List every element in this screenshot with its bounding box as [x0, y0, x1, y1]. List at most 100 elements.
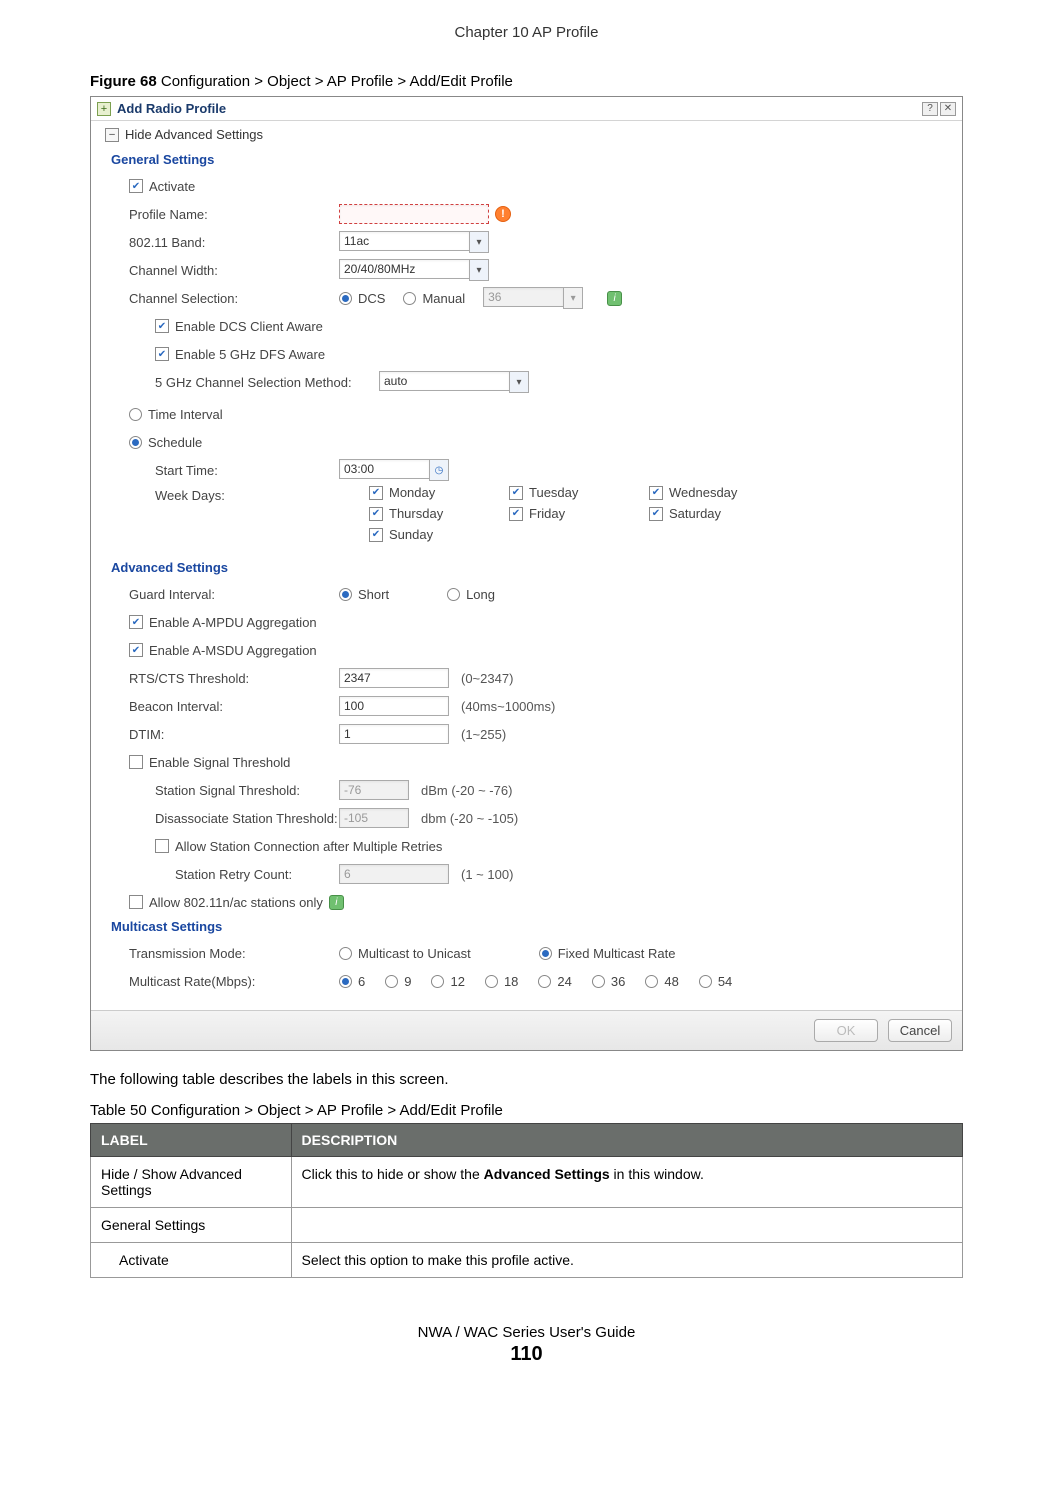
info-icon[interactable]: i [329, 895, 344, 910]
day-saturday-label: Saturday [669, 506, 721, 521]
chevron-down-icon: ▾ [509, 371, 529, 393]
dtim-input[interactable]: 1 [339, 724, 449, 744]
manual-radio-label: Manual [422, 291, 465, 306]
manual-radio[interactable] [403, 292, 416, 305]
fixed-multicast-rate-radio[interactable] [539, 947, 552, 960]
schedule-radio[interactable] [129, 436, 142, 449]
table-cell-desc [291, 1208, 962, 1243]
help-icon[interactable]: ? [922, 102, 938, 116]
table-row: General Settings [91, 1208, 963, 1243]
dcs-radio-label: DCS [358, 291, 385, 306]
manual-channel-value: 36 [483, 287, 563, 307]
channel-selection-label: Channel Selection: [129, 291, 339, 306]
page-footer: NWA / WAC Series User's Guide 110 [90, 1324, 963, 1366]
start-time-value: 03:00 [339, 459, 429, 479]
activate-checkbox[interactable] [129, 179, 143, 193]
channel-width-value: 20/40/80MHz [339, 259, 469, 279]
rate-12-label: 12 [450, 974, 464, 989]
table-caption: Table 50 Configuration > Object > AP Pro… [90, 1102, 963, 1119]
disassociate-threshold-label: Disassociate Station Threshold: [129, 811, 339, 826]
day-monday-checkbox[interactable] [369, 486, 383, 500]
footer-guide-title: NWA / WAC Series User's Guide [90, 1324, 963, 1341]
transmission-mode-label: Transmission Mode: [129, 946, 339, 961]
guard-long-radio[interactable] [447, 588, 460, 601]
table-cell-desc: Select this option to make this profile … [291, 1243, 962, 1278]
chevron-down-icon: ▾ [469, 259, 489, 281]
day-friday-checkbox[interactable] [509, 507, 523, 521]
rate-36-radio[interactable] [592, 975, 605, 988]
rate-54-radio[interactable] [699, 975, 712, 988]
rate-12-radio[interactable] [431, 975, 444, 988]
start-time-input[interactable]: 03:00 ◷ [339, 459, 449, 481]
band-label: 802.11 Band: [129, 235, 339, 250]
rate-9-radio[interactable] [385, 975, 398, 988]
dfs-aware-label: Enable 5 GHz DFS Aware [175, 347, 325, 362]
five-ghz-method-select[interactable]: auto ▾ [379, 371, 529, 393]
retry-count-hint: (1 ~ 100) [461, 867, 513, 882]
band-value: 11ac [339, 231, 469, 251]
week-days-label: Week Days: [155, 485, 339, 503]
dcs-client-aware-checkbox[interactable] [155, 319, 169, 333]
add-icon: + [97, 102, 111, 116]
station-signal-threshold-hint: dBm (-20 ~ -76) [421, 783, 512, 798]
guard-short-radio[interactable] [339, 588, 352, 601]
table-cell-label: General Settings [91, 1208, 292, 1243]
toggle-advanced[interactable]: – Hide Advanced Settings [105, 127, 948, 142]
allow-retry-checkbox[interactable] [155, 839, 169, 853]
guard-short-label: Short [358, 587, 389, 602]
ok-button[interactable]: OK [814, 1019, 878, 1042]
heading-general-settings: General Settings [111, 152, 948, 167]
channel-width-label: Channel Width: [129, 263, 339, 278]
table-row: Hide / Show Advanced Settings Click this… [91, 1157, 963, 1208]
profile-name-label: Profile Name: [129, 207, 339, 222]
table-header-description: DESCRIPTION [291, 1124, 962, 1157]
rate-48-radio[interactable] [645, 975, 658, 988]
cancel-button[interactable]: Cancel [888, 1019, 952, 1042]
figure-caption: Figure 68 Configuration > Object > AP Pr… [90, 73, 963, 90]
info-icon[interactable]: i [607, 291, 622, 306]
day-sunday-label: Sunday [389, 527, 433, 542]
day-wednesday-checkbox[interactable] [649, 486, 663, 500]
channel-width-select[interactable]: 20/40/80MHz ▾ [339, 259, 489, 281]
retry-count-input[interactable]: 6 [339, 864, 449, 884]
day-thursday-checkbox[interactable] [369, 507, 383, 521]
chevron-down-icon: ▾ [563, 287, 583, 309]
day-friday-label: Friday [529, 506, 565, 521]
signal-threshold-checkbox[interactable] [129, 755, 143, 769]
close-icon[interactable]: ✕ [940, 102, 956, 116]
allow-11nac-checkbox[interactable] [129, 895, 143, 909]
day-thursday-label: Thursday [389, 506, 443, 521]
multicast-to-unicast-radio[interactable] [339, 947, 352, 960]
rate-24-radio[interactable] [538, 975, 551, 988]
amsdu-label: Enable A-MSDU Aggregation [149, 643, 317, 658]
figure-number: Figure 68 [90, 73, 157, 90]
day-saturday-checkbox[interactable] [649, 507, 663, 521]
time-interval-radio[interactable] [129, 408, 142, 421]
dtim-hint: (1~255) [461, 727, 506, 742]
table-cell-label: Activate [91, 1243, 292, 1278]
profile-name-input[interactable] [339, 204, 489, 224]
guard-interval-label: Guard Interval: [129, 587, 339, 602]
ampdu-checkbox[interactable] [129, 615, 143, 629]
labels-table: LABEL DESCRIPTION Hide / Show Advanced S… [90, 1123, 963, 1278]
amsdu-checkbox[interactable] [129, 643, 143, 657]
rtscts-input[interactable]: 2347 [339, 668, 449, 688]
day-tuesday-checkbox[interactable] [509, 486, 523, 500]
chapter-header: Chapter 10 AP Profile [90, 24, 963, 41]
dcs-radio[interactable] [339, 292, 352, 305]
fixed-multicast-rate-label: Fixed Multicast Rate [558, 946, 676, 961]
disassociate-threshold-input[interactable]: -105 [339, 808, 409, 828]
allow-retry-label: Allow Station Connection after Multiple … [175, 839, 442, 854]
clock-icon: ◷ [429, 459, 449, 481]
toggle-advanced-label: Hide Advanced Settings [125, 127, 263, 142]
rate-6-radio[interactable] [339, 975, 352, 988]
dfs-aware-checkbox[interactable] [155, 347, 169, 361]
table-cell-label: Hide / Show Advanced Settings [91, 1157, 292, 1208]
rate-18-radio[interactable] [485, 975, 498, 988]
day-sunday-checkbox[interactable] [369, 528, 383, 542]
station-signal-threshold-input[interactable]: -76 [339, 780, 409, 800]
band-select[interactable]: 11ac ▾ [339, 231, 489, 253]
body-text: The following table describes the labels… [90, 1071, 963, 1088]
beacon-input[interactable]: 100 [339, 696, 449, 716]
heading-advanced-settings: Advanced Settings [111, 560, 948, 575]
